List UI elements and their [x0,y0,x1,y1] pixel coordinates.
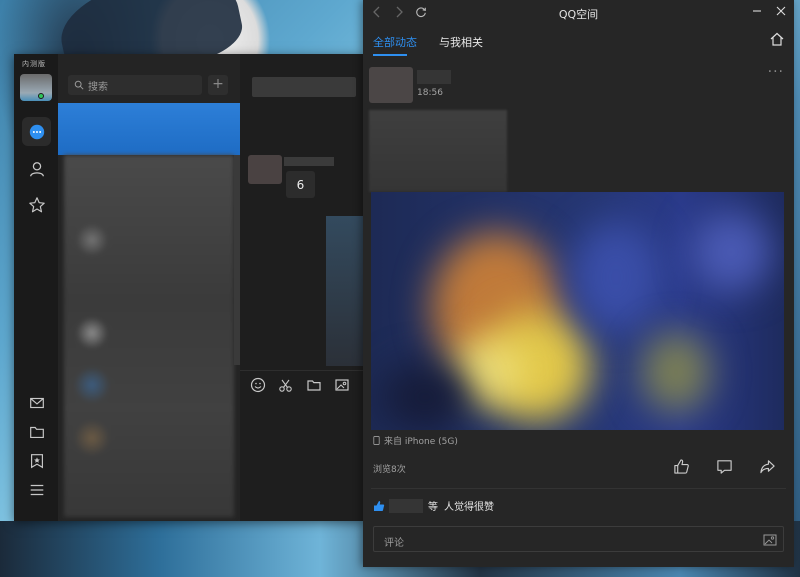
post-image[interactable] [371,192,784,430]
tab-all-feeds[interactable]: 全部动态 [373,34,417,50]
window-controls [752,6,786,16]
comment-icon[interactable] [716,458,733,475]
emoji-icon[interactable] [250,377,266,393]
minimize-icon[interactable] [752,6,762,16]
post-source-text: 来自 iPhone (5G) [384,437,458,447]
rail-mail-button[interactable] [22,388,51,417]
conversation-item-selected[interactable] [58,103,240,155]
conversation-list-panel: 搜索 + [58,54,240,521]
active-tab-indicator [373,54,407,56]
conversation-items-blurred[interactable] [64,155,234,517]
mail-icon [29,397,44,408]
post-author-avatar[interactable] [369,67,413,103]
home-icon[interactable] [769,31,785,47]
comment-input[interactable]: 评论 [373,526,784,552]
qzone-title: QQ空间 [558,8,599,21]
message-bubble: 6 [286,171,315,198]
qq-side-rail: 内测版 [14,54,58,521]
chat-toolbar [240,370,364,398]
post-source: 来自 iPhone (5G) [373,434,458,447]
post-divider [371,488,786,489]
rail-bookmark-button[interactable] [22,446,51,475]
scissors-icon[interactable] [278,377,294,393]
user-avatar[interactable] [20,74,52,101]
menu-icon [30,484,43,495]
liked-thumb-icon [374,500,385,511]
rail-contacts-button[interactable] [22,154,51,183]
likes-row: 等 人觉得很赞 [373,498,494,513]
screenshot-icon[interactable] [334,377,350,393]
qq-main-window: 内测版 搜索 + 6 [14,54,364,521]
phone-icon [373,436,380,445]
folder-icon[interactable] [306,377,322,393]
rail-files-button[interactable] [22,417,51,446]
share-icon[interactable] [759,458,776,475]
message-image[interactable] [326,216,364,366]
version-badge: 内测版 [22,60,46,68]
search-placeholder: 搜索 [88,81,108,93]
conversation-list [58,103,240,521]
post-text [369,110,507,192]
liker-names[interactable] [389,498,423,513]
star-icon [28,196,45,212]
rail-favorites-button[interactable] [22,190,51,219]
rail-messages-button[interactable] [22,117,51,146]
like-icon[interactable] [673,458,690,475]
message-icon [29,124,44,139]
chat-panel: 6 [240,54,364,521]
chat-title [252,77,356,97]
post-more-button[interactable]: ··· [768,64,784,80]
search-icon [74,80,84,90]
comment-placeholder: 评论 [384,538,404,549]
folder-icon [29,426,44,438]
image-icon[interactable] [763,533,777,547]
tab-related-to-me[interactable]: 与我相关 [439,34,483,50]
search-input[interactable]: 搜索 [68,75,202,95]
qzone-tabs: 全部动态 与我相关 [363,26,794,56]
add-button[interactable]: + [208,75,228,95]
rail-menu-button[interactable] [22,475,51,504]
contact-icon [29,161,44,176]
qzone-window: QQ空间 全部动态 与我相关 18:56 ··· 来自 iPhone (5G) … [363,0,794,567]
message-sender-name [284,157,334,166]
close-icon[interactable] [776,6,786,16]
bookmark-icon [30,453,43,468]
post-author-name[interactable] [417,70,451,84]
likes-suffix: 等 [428,502,438,513]
message-avatar[interactable] [248,155,282,184]
post-actions [673,458,776,475]
post-views: 浏览8次 [373,465,406,475]
qzone-titlebar: QQ空间 [363,0,794,26]
online-status-dot [38,93,44,99]
likes-text: 人觉得很赞 [444,502,494,513]
post-time: 18:56 [417,88,443,98]
